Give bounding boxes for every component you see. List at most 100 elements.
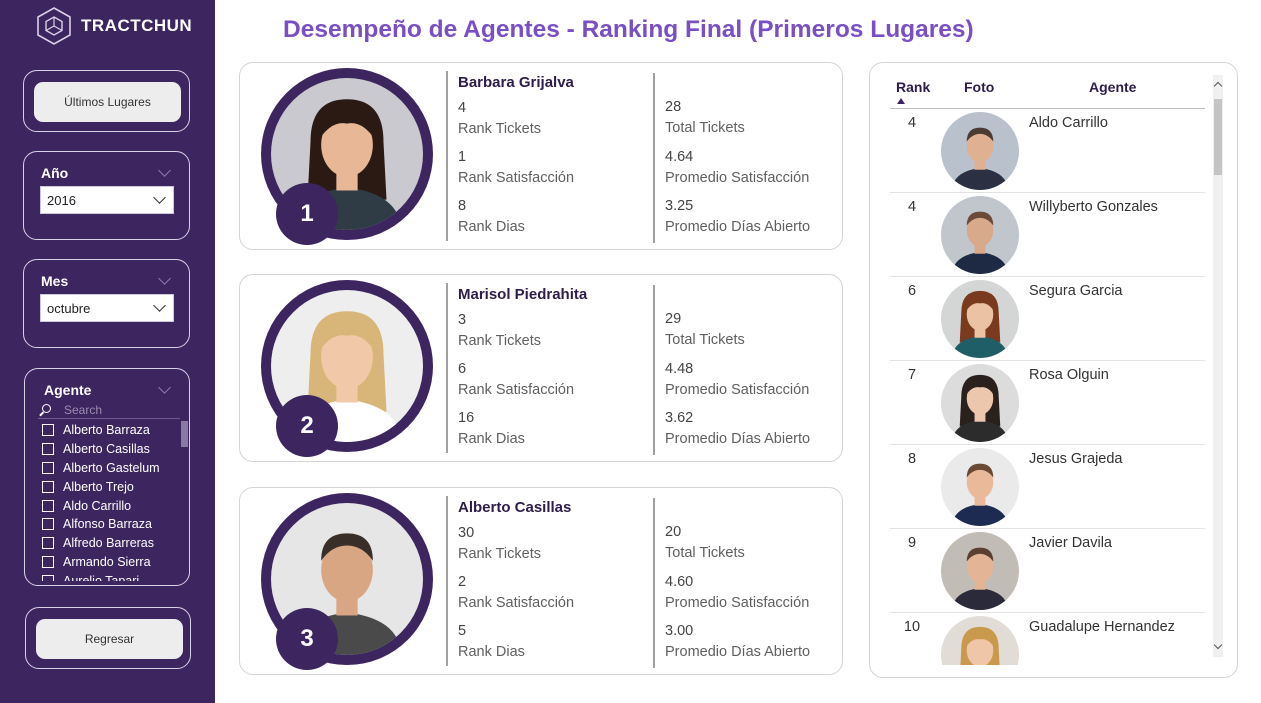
agent-photo: [941, 280, 1019, 358]
stat-value: 3.00: [665, 623, 694, 639]
sort-ascending-icon: [897, 98, 905, 104]
agent-list-item[interactable]: Aurelio Tapari: [42, 571, 182, 581]
agent-item-label: Alfredo Barreras: [63, 536, 155, 551]
scroll-up-icon[interactable]: [1213, 81, 1223, 91]
rank-satisfaccion-stat: 2 Rank Satisfacción: [458, 572, 574, 614]
agent-list-item[interactable]: Aldo Carrillo: [42, 496, 182, 515]
chevron-down-icon[interactable]: [158, 381, 171, 394]
person-photo-icon: [941, 112, 1019, 190]
checkbox[interactable]: [42, 537, 54, 550]
regresar-button[interactable]: Regresar: [36, 619, 183, 659]
stat-value: 3.62: [665, 410, 694, 426]
checkbox[interactable]: [42, 461, 54, 474]
column-header-foto[interactable]: Foto: [964, 79, 994, 95]
agent-photo-frame: 2: [261, 280, 433, 457]
chevron-down-icon: [153, 299, 166, 312]
stat-value: 3.25: [665, 198, 694, 214]
agent-name-cell: Aldo Carrillo: [1029, 115, 1108, 131]
stat-label: Promedio Satisfacción: [665, 382, 810, 398]
stat-value: 20: [665, 524, 682, 540]
divider: [446, 496, 448, 666]
table-body: 4 Aldo Carrillo 4 Willyberto Gonzales 6 Segur…: [890, 109, 1205, 665]
agent-list-item[interactable]: Alberto Casillas: [42, 440, 182, 459]
checkbox[interactable]: [42, 518, 54, 531]
agent-list-item[interactable]: Alberto Barraza: [42, 421, 182, 440]
agent-list-item[interactable]: Alberto Trejo: [42, 477, 182, 496]
stat-label: Rank Dias: [458, 644, 525, 660]
stat-value: 4: [458, 100, 467, 116]
table-row[interactable]: 7 Rosa Olguin: [890, 361, 1205, 445]
total-tickets-stat: 20 Total Tickets: [665, 522, 745, 564]
person-photo-icon: [941, 280, 1019, 358]
agent-photo-frame: 3: [261, 493, 433, 670]
stat-value: 1: [458, 149, 467, 165]
stat-value: 6: [458, 361, 467, 377]
rank-cell: 4: [907, 199, 917, 215]
mes-select[interactable]: octubre: [40, 294, 174, 322]
agent-name-cell: Rosa Olguin: [1029, 367, 1109, 383]
person-photo-icon: [941, 532, 1019, 610]
chevron-down-icon[interactable]: [158, 164, 171, 177]
checkbox[interactable]: [42, 424, 54, 437]
table-scrollbar[interactable]: [1213, 75, 1223, 657]
agent-search-input[interactable]: Search: [38, 401, 180, 419]
agent-item-label: Armando Sierra: [63, 554, 151, 569]
mes-select-value: octubre: [47, 300, 91, 316]
scrollbar-thumb[interactable]: [1214, 99, 1222, 175]
stat-label: Promedio Días Abierto: [665, 431, 811, 447]
table-row[interactable]: 10 Guadalupe Hernandez: [890, 613, 1205, 665]
agent-list-item[interactable]: Armando Sierra: [42, 553, 182, 572]
total-tickets-stat: 28 Total Tickets: [665, 97, 745, 139]
rank-cell: 10: [903, 619, 921, 635]
agent-name-cell: Segura Garcia: [1029, 283, 1123, 299]
stat-value: 30: [458, 525, 475, 541]
rank-dias-stat: 8 Rank Dias: [458, 196, 525, 238]
checkbox[interactable]: [42, 443, 54, 456]
stat-value: 16: [458, 410, 475, 426]
table-row[interactable]: 4 Aldo Carrillo: [890, 109, 1205, 193]
agent-list-item[interactable]: Alfredo Barreras: [42, 534, 182, 553]
scroll-down-icon[interactable]: [1213, 640, 1223, 650]
rank-cell: 9: [907, 535, 917, 551]
agent-item-label: Aldo Carrillo: [63, 498, 132, 513]
stat-label: Promedio Satisfacción: [665, 170, 810, 186]
stat-label: Promedio Días Abierto: [665, 644, 811, 660]
brand-name: TRACTCHUN: [81, 16, 193, 35]
agent-item-label: Alfonso Barraza: [63, 517, 152, 532]
anio-select[interactable]: 2016: [40, 186, 174, 214]
checkbox[interactable]: [42, 499, 54, 512]
agent-list-scrollbar[interactable]: [181, 421, 188, 447]
promedio-dias-stat: 3.25 Promedio Días Abierto: [665, 196, 810, 238]
rank-tickets-stat: 3 Rank Tickets: [458, 310, 541, 352]
table-row[interactable]: 8 Jesus Grajeda: [890, 445, 1205, 529]
agent-list-item[interactable]: Alfonso Barraza: [42, 515, 182, 534]
total-tickets-stat: 29 Total Tickets: [665, 309, 745, 351]
table-row[interactable]: 4 Willyberto Gonzales: [890, 193, 1205, 277]
table-row[interactable]: 9 Javier Davila: [890, 529, 1205, 613]
checkbox[interactable]: [42, 555, 54, 568]
table-row[interactable]: 6 Segura Garcia: [890, 277, 1205, 361]
agent-photo: [941, 112, 1019, 190]
chevron-down-icon[interactable]: [158, 272, 171, 285]
regresar-box: Regresar: [25, 607, 191, 669]
agent-photo: [941, 364, 1019, 442]
agent-card: 2 Marisol Piedrahita 3 Rank Tickets 6 Rank Sa…: [239, 274, 843, 462]
agent-name-cell: Willyberto Gonzales: [1029, 199, 1158, 215]
promedio-dias-stat: 3.62 Promedio Días Abierto: [665, 408, 810, 450]
person-photo-icon: [941, 196, 1019, 274]
agent-name-cell: Guadalupe Hernandez: [1029, 619, 1175, 635]
ultimos-box: Últimos Lugares: [23, 70, 190, 132]
rank-tickets-stat: 30 Rank Tickets: [458, 523, 541, 565]
column-header-agente[interactable]: Agente: [1089, 79, 1136, 95]
stat-label: Total Tickets: [665, 120, 745, 136]
agent-card: 1 Barbara Grijalva 4 Rank Tickets 1 Rank Sati…: [239, 62, 843, 250]
agent-item-label: Alberto Gastelum: [63, 460, 160, 475]
search-placeholder: Search: [64, 402, 103, 417]
ranking-table: Rank Foto Agente 4 Aldo Carrillo 4 Willyber…: [869, 62, 1238, 678]
column-header-rank[interactable]: Rank: [896, 79, 930, 95]
person-photo-icon: [941, 448, 1019, 526]
ultimos-lugares-button[interactable]: Últimos Lugares: [34, 82, 181, 122]
checkbox[interactable]: [42, 480, 54, 493]
checkbox[interactable]: [42, 574, 54, 581]
agent-list-item[interactable]: Alberto Gastelum: [42, 459, 182, 478]
